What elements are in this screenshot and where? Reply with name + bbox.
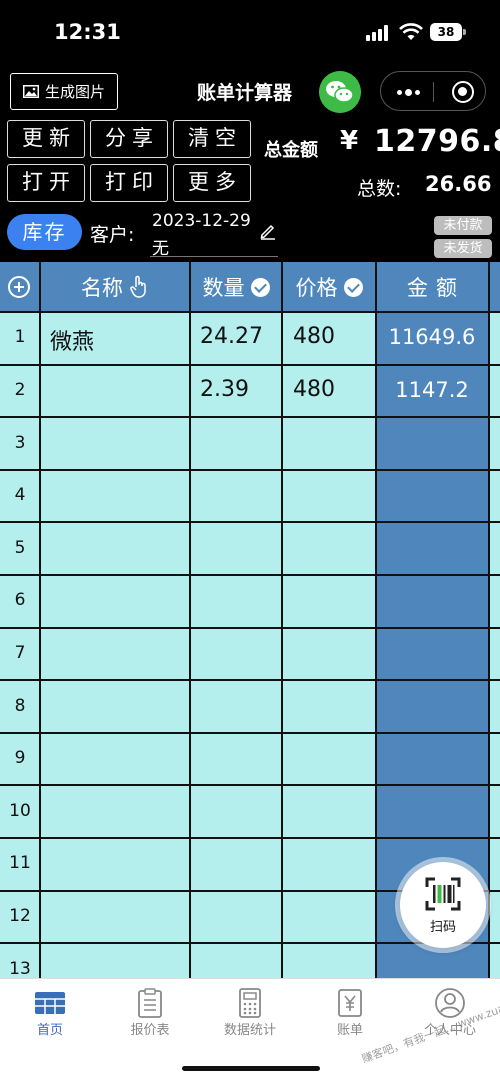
column-divider — [281, 262, 283, 978]
edit-icon[interactable] — [259, 222, 277, 240]
header-quantity-label: 数量 — [202, 276, 245, 300]
signal-icon — [366, 25, 390, 41]
column-divider — [189, 262, 191, 978]
stock-button[interactable]: 库存 — [7, 214, 82, 250]
page-title: 账单计算器 — [197, 82, 293, 104]
row-number: 7 — [14, 642, 26, 663]
row-number: 8 — [14, 695, 26, 716]
row-number: 11 — [9, 853, 31, 874]
home-indicator — [182, 1066, 320, 1071]
unshipped-badge[interactable]: 未发货 — [434, 239, 492, 258]
header-amount[interactable]: 金额 — [376, 262, 488, 312]
more-button[interactable]: 更多 — [173, 164, 251, 202]
generate-image-label: 生成图片 — [44, 83, 105, 101]
tab-quote-list[interactable]: 报价表 — [100, 979, 200, 1049]
unpaid-badge[interactable]: 未付款 — [434, 216, 492, 235]
wifi-icon — [399, 23, 423, 40]
row-divider — [0, 363, 500, 366]
row-number: 6 — [14, 590, 26, 611]
open-button[interactable]: 打开 — [7, 164, 85, 202]
table-header: 名称 数量 价格 金额 — [0, 262, 500, 312]
row-divider — [0, 521, 500, 524]
price-cell[interactable]: 480 — [293, 377, 373, 402]
table-icon — [35, 992, 65, 1014]
total-amount-label: 总金额 — [264, 140, 318, 161]
row-divider — [0, 731, 500, 734]
wechat-icon[interactable] — [319, 71, 361, 113]
total-count-value: 26.66 — [425, 172, 492, 196]
tab-home[interactable]: 首页 — [0, 979, 100, 1049]
row-number: 5 — [14, 537, 26, 558]
image-icon — [22, 85, 39, 98]
row-number: 1 — [14, 327, 26, 348]
header-price[interactable]: 价格 — [282, 262, 376, 312]
yen-bill-icon — [338, 989, 362, 1017]
tab-quote-list-label: 报价表 — [130, 1023, 170, 1038]
check-icon — [250, 277, 270, 297]
tab-bills-label: 账单 — [336, 1023, 363, 1038]
row-number: 9 — [14, 748, 26, 769]
clipboard-icon — [138, 988, 162, 1018]
row-divider — [0, 626, 500, 629]
clear-button[interactable]: 清空 — [173, 120, 251, 158]
row-number: 12 — [9, 905, 31, 926]
column-divider — [375, 262, 377, 978]
total-count-label: 总数: — [357, 178, 402, 200]
total-amount-value: 12796.8 — [374, 124, 500, 159]
row-divider — [0, 784, 500, 787]
row-number: 3 — [14, 432, 26, 453]
row-divider — [0, 468, 500, 471]
row-divider — [0, 574, 500, 576]
tab-home-label: 首页 — [36, 1023, 63, 1038]
nav-bar: 生成图片 账单计算器 — [0, 66, 500, 116]
tab-statistics[interactable]: 数据统计 — [200, 979, 300, 1049]
amount-cell: 1147.2 — [395, 377, 469, 402]
tab-bills[interactable]: 账单 — [300, 979, 400, 1049]
price-cell[interactable]: 480 — [293, 324, 373, 349]
update-button[interactable]: 更新 — [7, 120, 85, 158]
calculator-icon — [239, 988, 261, 1018]
quantity-cell[interactable]: 24.27 — [200, 324, 280, 349]
currency-symbol: ¥ — [340, 126, 359, 156]
amount-cell: 11649.6 — [388, 325, 476, 350]
customer-underline — [150, 256, 278, 257]
status-bar: 12:31 38 — [0, 0, 500, 66]
row-number: 2 — [14, 379, 26, 400]
row-number: 10 — [9, 800, 31, 821]
customer-label: 客户: — [90, 224, 135, 246]
share-button[interactable]: 分享 — [90, 120, 168, 158]
hand-pointer-icon — [130, 275, 146, 298]
name-cell[interactable]: 微燕 — [50, 324, 185, 356]
header-name-label: 名称 — [81, 276, 123, 300]
column-divider — [488, 262, 490, 978]
header-divider — [0, 311, 500, 313]
check-icon — [343, 277, 363, 297]
status-time: 12:31 — [54, 20, 121, 44]
scan-button[interactable]: 扫码 — [400, 862, 486, 948]
generate-image-button[interactable]: 生成图片 — [10, 73, 118, 110]
quantity-cell[interactable]: 2.39 — [200, 377, 280, 402]
row-divider — [0, 679, 500, 682]
more-icon[interactable] — [394, 85, 422, 99]
row-divider — [0, 837, 500, 839]
barcode-scan-icon — [425, 877, 461, 911]
print-button[interactable]: 打印 — [90, 164, 168, 202]
column-divider — [39, 262, 41, 978]
row-divider — [0, 416, 500, 419]
battery-cap — [463, 29, 466, 35]
tab-statistics-label: 数据统计 — [223, 1023, 276, 1038]
battery-icon: 38 — [430, 23, 462, 41]
mini-program-capsule — [380, 71, 486, 111]
header-price-label: 价格 — [295, 276, 338, 300]
row-number: 13 — [9, 958, 31, 979]
capsule-divider — [433, 82, 434, 102]
close-icon[interactable] — [452, 81, 474, 103]
customer-date[interactable]: 2023-12-29 — [152, 211, 251, 231]
scan-label: 扫码 — [429, 920, 456, 935]
header-quantity[interactable]: 数量 — [190, 262, 282, 312]
header-name[interactable]: 名称 — [40, 262, 190, 312]
add-row-icon[interactable] — [8, 276, 30, 298]
row-number: 4 — [14, 485, 26, 506]
